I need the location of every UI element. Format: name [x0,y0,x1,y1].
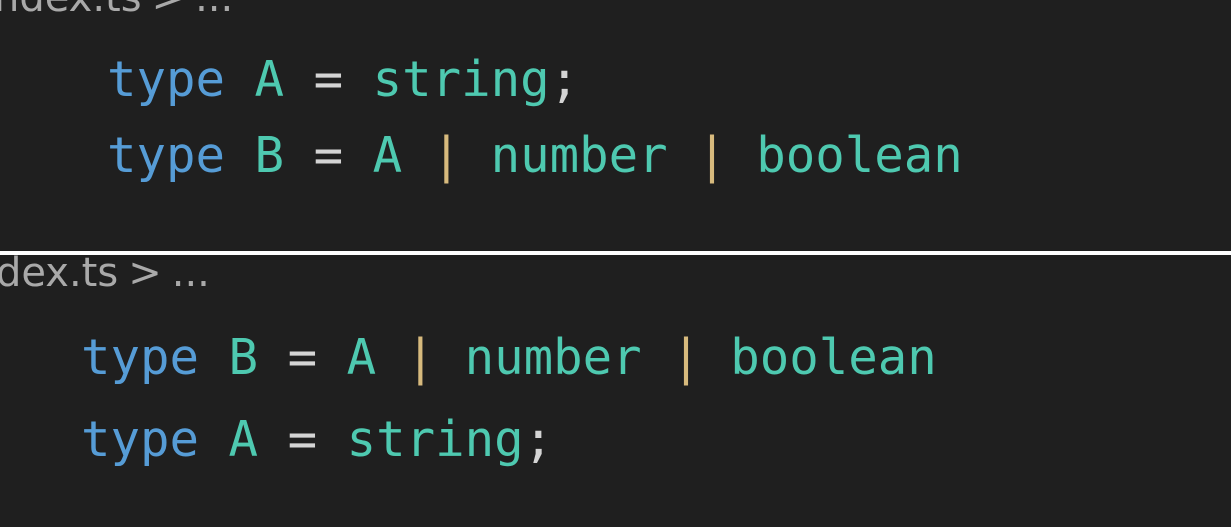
type-reference: boolean [730,329,937,386]
type-reference: A [346,329,377,386]
equals-operator: = [313,51,344,108]
union-pipe: | [671,329,701,386]
breadcrumb-separator-icon: > [152,0,186,21]
keyword-type: type [81,329,200,386]
type-alias-name: B [228,329,259,386]
type-reference: string [372,51,550,108]
type-reference: number [490,127,668,184]
breadcrumb-file[interactable]: ndex.ts [0,0,142,21]
equals-operator: = [287,411,318,468]
type-alias-name: B [254,127,285,184]
type-alias-name: A [254,51,285,108]
semicolon: ; [523,411,554,468]
union-pipe: | [431,127,462,184]
breadcrumb-separator-icon: > [128,255,162,296]
breadcrumb-ellipsis[interactable]: ... [195,0,233,21]
editor-pane-top: ndex.ts >... type A = string; type B = A … [0,0,1231,251]
type-reference: number [464,329,642,386]
equals-operator: = [287,329,318,386]
code-line[interactable]: type B = A | number | boolean [107,126,963,186]
breadcrumb[interactable]: dex.ts >... [0,255,210,293]
type-reference: string [346,411,524,468]
type-reference: A [372,127,403,184]
breadcrumb[interactable]: ndex.ts >... [0,0,233,18]
type-alias-name: A [228,411,259,468]
code-line[interactable]: type B = A | number | boolean [81,328,937,388]
keyword-type: type [81,411,200,468]
code-line[interactable]: type A = string; [81,410,553,470]
editor-comparison: ndex.ts >... type A = string; type B = A … [0,0,1231,527]
semicolon: ; [549,51,580,108]
union-pipe: | [697,127,727,184]
breadcrumb-ellipsis[interactable]: ... [172,255,210,296]
union-pipe: | [405,329,436,386]
editor-pane-bottom: dex.ts >... type B = A | number | boolean… [0,255,1231,527]
equals-operator: = [313,127,344,184]
keyword-type: type [107,51,226,108]
type-reference: boolean [756,127,963,184]
code-line[interactable]: type A = string; [107,50,579,110]
keyword-type: type [107,127,226,184]
breadcrumb-file[interactable]: dex.ts [0,255,118,296]
